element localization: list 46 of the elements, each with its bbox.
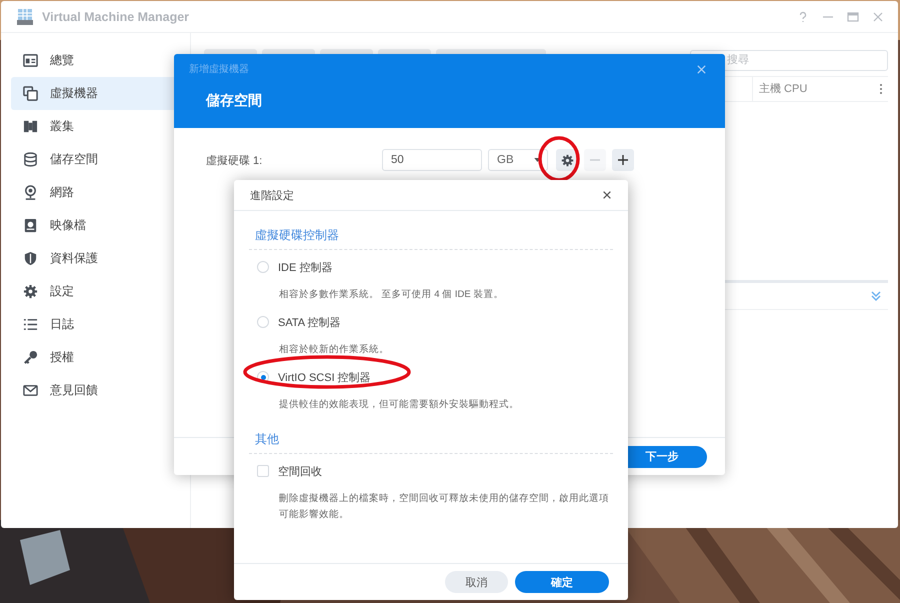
caret-icon bbox=[534, 158, 541, 162]
image-icon bbox=[23, 218, 38, 233]
unit-dropdown[interactable]: GB bbox=[488, 149, 548, 171]
option-description: 相容於多數作業系統。 至多可使用 4 個 IDE 裝置。 bbox=[278, 288, 504, 302]
cluster-icon bbox=[23, 119, 38, 134]
app-icon bbox=[16, 8, 34, 26]
settings-icon bbox=[560, 154, 574, 166]
mail-icon bbox=[23, 383, 38, 398]
option-label: IDE 控制器 bbox=[278, 260, 332, 274]
double-chevron-icon[interactable] bbox=[870, 290, 882, 302]
copy-icon bbox=[23, 86, 38, 101]
radio-button[interactable] bbox=[257, 316, 269, 328]
option-description: 提供較佳的效能表現，但可能需要額外安裝驅動程式。 bbox=[278, 398, 520, 412]
plus-icon bbox=[617, 154, 629, 166]
section-heading: 其他 bbox=[249, 427, 613, 454]
help-icon[interactable] bbox=[797, 10, 809, 22]
checkbox[interactable] bbox=[257, 465, 269, 477]
size-field[interactable]: 50 bbox=[382, 149, 482, 171]
dialog-subtitle: 新增虛擬機器 bbox=[189, 62, 249, 76]
shield-icon bbox=[23, 251, 38, 266]
highlight-ellipse bbox=[537, 135, 581, 183]
close-icon[interactable] bbox=[602, 190, 612, 200]
maximize-icon[interactable] bbox=[847, 10, 859, 22]
dialog-title: 進階設定 bbox=[250, 188, 294, 202]
overview-icon bbox=[23, 53, 38, 68]
option-label: SATA 控制器 bbox=[278, 316, 341, 330]
cancel-button[interactable]: 取消 bbox=[445, 571, 508, 593]
option-label: VirtIO SCSI 控制器 bbox=[278, 370, 371, 384]
dialog-title: 儲存空間 bbox=[204, 92, 263, 110]
field-label: 虛擬硬碟 1: bbox=[206, 154, 264, 168]
storage-icon bbox=[23, 152, 38, 167]
radio-button[interactable] bbox=[257, 371, 269, 383]
more-icon[interactable] bbox=[879, 83, 883, 95]
section-heading: 虛擬硬碟控制器 bbox=[249, 223, 613, 250]
gear-icon bbox=[23, 284, 38, 299]
network-icon bbox=[23, 185, 38, 200]
window-title: Virtual Machine Manager bbox=[42, 10, 190, 24]
column-header[interactable]: 主機 CPU bbox=[752, 77, 874, 101]
confirm-button[interactable]: 確定 bbox=[515, 571, 609, 593]
option-description: 刪除虛擬機器上的檔案時，空間回收可釋放未使用的儲存空間，啟用此選項可能影響效能。 bbox=[278, 492, 610, 522]
list-icon bbox=[23, 317, 38, 332]
add-button[interactable] bbox=[612, 149, 634, 171]
option-label: 空間回收 bbox=[278, 464, 322, 478]
option-description: 相容於較新的作業系統。 bbox=[278, 343, 390, 357]
radio-button[interactable] bbox=[257, 261, 269, 273]
key-icon bbox=[23, 350, 38, 365]
